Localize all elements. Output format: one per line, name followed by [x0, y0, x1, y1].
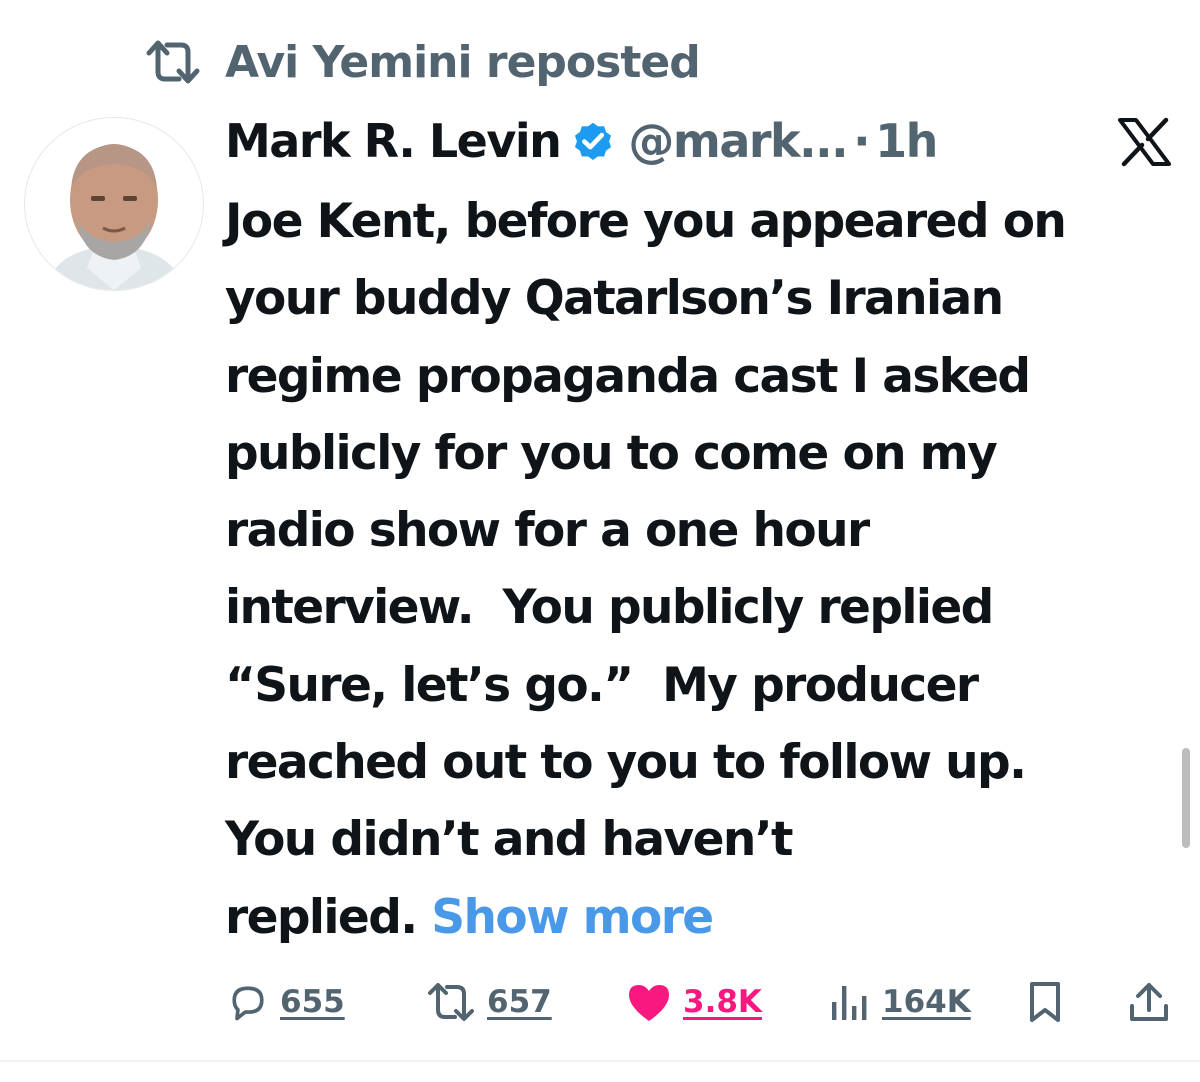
tweet-text-line: You didn’t and haven’t [225, 812, 793, 868]
repost-text: Avi Yemini reposted [225, 36, 701, 88]
verified-badge-icon [575, 122, 612, 160]
view-count: 164K [882, 984, 971, 1020]
tweet-text-line: interview. You publicly replied [225, 580, 994, 636]
author-handle[interactable]: @mark... [628, 114, 848, 168]
tweet-text-line: Joe Kent, before you appeared on [225, 194, 1067, 249]
avatar-image [25, 118, 203, 290]
divider [0, 1060, 1200, 1062]
share-icon [1130, 983, 1168, 1021]
author-name[interactable]: Mark R. Levin [225, 114, 562, 168]
reply-button[interactable]: 655 [226, 972, 345, 1032]
tweet-text-line: your buddy Qatarlson’s Iranian [225, 271, 1004, 327]
show-more-link[interactable]: Show more [431, 890, 714, 945]
reply-count: 655 [280, 984, 345, 1020]
timestamp[interactable]: 1h [875, 114, 938, 168]
scrollbar-thumb[interactable] [1182, 748, 1190, 848]
repost-button[interactable]: 657 [425, 972, 552, 1032]
avatar[interactable] [24, 117, 204, 291]
tweet-text-last-line: replied. Show more [225, 879, 1185, 956]
bookmark-button[interactable] [1028, 972, 1072, 1032]
repost-icon [146, 40, 200, 84]
like-count: 3.8K [683, 984, 762, 1020]
tweet-header: Mark R. Levin @mark... · 1h [225, 108, 938, 174]
x-logo-icon [1118, 117, 1171, 167]
tweet-text-line: publicly for you to come on my [225, 425, 998, 481]
tweet-text-line: reached out to you to follow up. [225, 735, 1027, 791]
repost-icon [428, 983, 474, 1021]
tweet-text-line: radio show for a one hour [225, 503, 870, 559]
tweet-text-line: “Sure, let’s go.” My producer [225, 657, 979, 713]
reply-icon [232, 986, 264, 1021]
tweet-text: Joe Kent, before you appeared on your bu… [225, 183, 1185, 956]
tweet-text-end: replied. [225, 889, 418, 945]
tweet-text-line: regime propaganda cast I asked [225, 348, 1031, 404]
like-button[interactable]: 3.8K [625, 972, 762, 1032]
views-button[interactable]: 164K [828, 972, 971, 1032]
repost-indicator[interactable]: Avi Yemini reposted [143, 30, 701, 94]
repost-count: 657 [487, 984, 552, 1020]
tweet-actions: 655 657 3.8K 164K [0, 972, 1200, 1032]
separator-dot: · [853, 114, 870, 168]
bookmark-icon [1030, 982, 1060, 1022]
views-icon [832, 986, 867, 1020]
heart-icon [629, 985, 669, 1021]
share-button[interactable] [1128, 972, 1180, 1032]
